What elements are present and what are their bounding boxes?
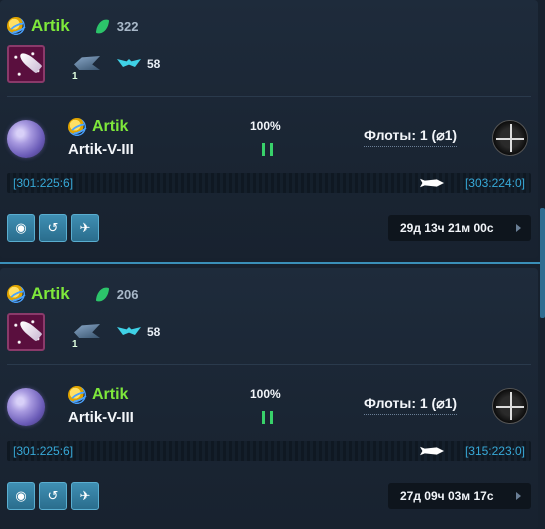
planet-icon[interactable]: [7, 388, 45, 426]
timer-text: 29д 13ч 21м 00с: [400, 221, 494, 235]
comet-badge-icon[interactable]: [7, 45, 45, 83]
rocket-icon: [420, 446, 444, 456]
orbit-eye-button[interactable]: ◉: [7, 214, 35, 242]
scrollbar-thumb[interactable]: [540, 208, 545, 318]
divider: [7, 96, 531, 97]
chevron-right-icon: [516, 224, 521, 232]
level-value: 58: [147, 325, 161, 339]
orbit-eye-icon: ◉: [15, 220, 27, 236]
route-track: [301:225:6] [303:224:0]: [7, 173, 531, 193]
progress-percent: 100%: [250, 387, 281, 401]
pause-icon[interactable]: [262, 143, 274, 156]
mission-card-1: Artik 322 1 58 Artik Artik-V-III 100% Фл…: [0, 0, 538, 258]
planet-owner-name[interactable]: Artik: [92, 386, 128, 404]
crosshair-target-icon[interactable]: [492, 120, 528, 156]
owner-row: Artik 322: [7, 15, 138, 37]
rocket-icon: [420, 178, 444, 188]
fleets-label[interactable]: Флоты: 1 (⌀1): [364, 395, 458, 415]
ship-icon: [74, 56, 100, 70]
return-button[interactable]: ↺: [39, 214, 67, 242]
launch-button[interactable]: ✈: [71, 482, 99, 510]
action-buttons: ◉ ↺ ✈: [7, 214, 99, 242]
route-track: [301:225:6] [315:223:0]: [7, 441, 531, 461]
fleets-label[interactable]: Флоты: 1 (⌀1): [364, 127, 458, 147]
launch-icon: ✈: [79, 488, 91, 504]
ship-count: 1: [72, 339, 78, 350]
pause-icon[interactable]: [262, 411, 274, 424]
level-value: 58: [147, 57, 161, 71]
planet-name[interactable]: Artik-V-III: [68, 409, 134, 426]
planet-icon[interactable]: [7, 120, 45, 158]
comet-badge-icon[interactable]: [7, 313, 45, 351]
planet-owner-name[interactable]: Artik: [92, 118, 128, 136]
launch-button[interactable]: ✈: [71, 214, 99, 242]
countdown-timer[interactable]: 29д 13ч 21м 00с: [388, 215, 531, 241]
resource-count: 322: [116, 18, 139, 34]
route-to[interactable]: [315:223:0]: [465, 444, 525, 458]
ship-count: 1: [72, 71, 78, 82]
countdown-timer[interactable]: 27д 09ч 03м 17с: [388, 483, 531, 509]
leaf-icon: [95, 285, 109, 303]
orbit-eye-button[interactable]: ◉: [7, 482, 35, 510]
alliance-star-icon: [7, 17, 25, 35]
owner-name[interactable]: Artik: [31, 16, 70, 36]
return-icon: ↺: [47, 488, 59, 504]
timer-text: 27д 09ч 03м 17с: [400, 489, 494, 503]
orbit-eye-icon: ◉: [15, 488, 27, 504]
leaf-icon: [95, 17, 109, 35]
route-to[interactable]: [303:224:0]: [465, 176, 525, 190]
wings-rank-icon: [117, 57, 141, 69]
divider: [7, 364, 531, 365]
ship-thumbnail[interactable]: 1: [68, 50, 102, 82]
ship-thumbnail[interactable]: 1: [68, 318, 102, 350]
alliance-star-icon: [7, 285, 25, 303]
mission-card-2: Artik 206 1 58 Artik Artik-V-III 100% Фл…: [0, 268, 538, 529]
launch-icon: ✈: [79, 220, 91, 236]
return-icon: ↺: [47, 220, 59, 236]
progress-percent: 100%: [250, 119, 281, 133]
planet-name[interactable]: Artik-V-III: [68, 141, 134, 158]
owner-name[interactable]: Artik: [31, 284, 70, 304]
planet-owner: Artik: [68, 118, 128, 136]
action-buttons: ◉ ↺ ✈: [7, 482, 99, 510]
ship-icon: [74, 324, 100, 338]
planet-owner: Artik: [68, 386, 128, 404]
owner-row: Artik 206: [7, 283, 138, 305]
route-from[interactable]: [301:225:6]: [13, 176, 73, 190]
return-button[interactable]: ↺: [39, 482, 67, 510]
section-separator: [0, 262, 545, 264]
wings-rank-icon: [117, 325, 141, 337]
chevron-right-icon: [516, 492, 521, 500]
resource-count: 206: [116, 286, 139, 302]
alliance-star-icon: [68, 118, 86, 136]
alliance-star-icon: [68, 386, 86, 404]
crosshair-target-icon[interactable]: [492, 388, 528, 424]
route-from[interactable]: [301:225:6]: [13, 444, 73, 458]
